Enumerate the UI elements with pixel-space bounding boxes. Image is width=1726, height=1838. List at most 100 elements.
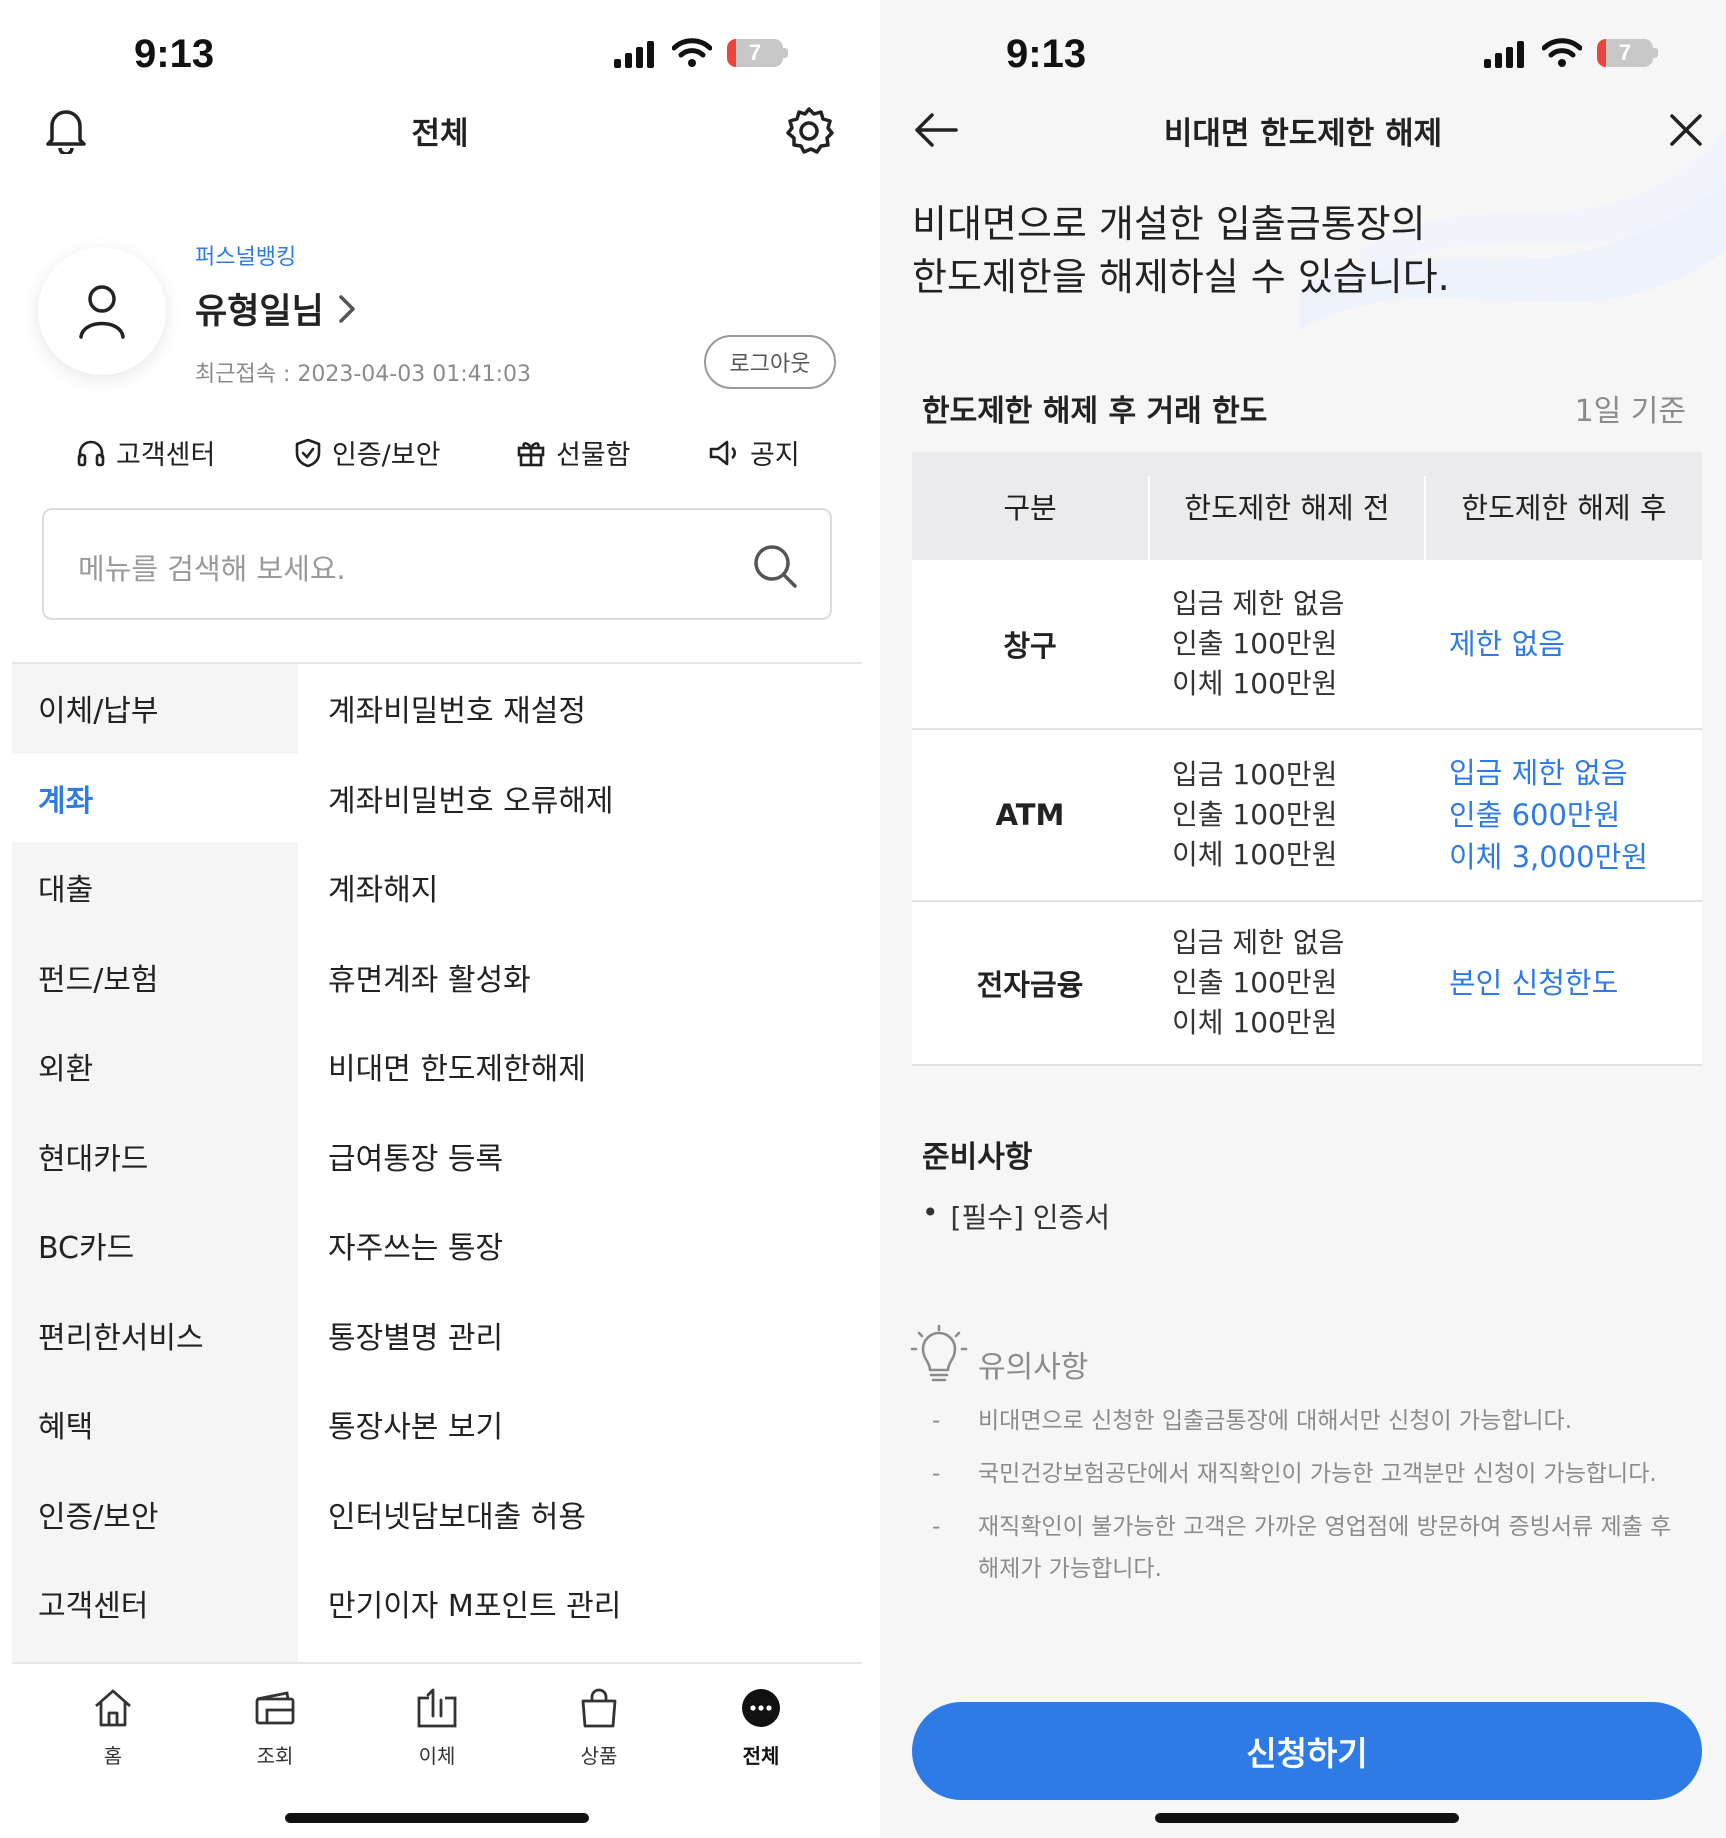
limits-title: 한도제한 해제 후 거래 한도: [922, 394, 1268, 429]
limit-value: 인출 100만원: [1172, 798, 1338, 831]
tab-transfer[interactable]: 이체: [377, 1686, 497, 1769]
limit-value: 인출 600만원: [1449, 798, 1621, 832]
gear-icon[interactable]: [784, 106, 834, 156]
headset-icon: [77, 440, 105, 466]
submenu-item[interactable]: 계좌비밀번호 오류해제: [328, 754, 614, 842]
note-dash: -: [932, 1461, 941, 1487]
tab-label: 조회: [256, 1744, 294, 1768]
more-icon: [742, 1689, 780, 1727]
note-item: 재직확인이 불가능한 고객은 가까운 영업점에 방문하여 증빙서류 제출 후 해…: [978, 1514, 1672, 1582]
limit-value: 이체 100만원: [1172, 838, 1338, 871]
limit-value: 입금 100만원: [1172, 758, 1338, 791]
avatar[interactable]: [38, 247, 166, 375]
limits-basis: 1일 기준: [1574, 394, 1686, 429]
row-name: 전자금융: [976, 968, 1084, 1002]
home-indicator: [1155, 1813, 1459, 1823]
before-limits: 입금 100만원 인출 100만원 이체 100만원: [1172, 730, 1337, 900]
limit-value: 입금 제한 없음: [1172, 926, 1345, 959]
divider: [12, 1662, 862, 1664]
table-header: 구분 한도제한 해제 전 한도제한 해제 후: [912, 452, 1702, 560]
page-title: 전체: [411, 116, 469, 152]
transfer-icon: [417, 1688, 457, 1728]
status-time: 9:13: [1006, 32, 1087, 76]
wifi-icon: [672, 38, 712, 67]
submenu-item[interactable]: 만기이자 M포인트 관리: [328, 1559, 621, 1647]
table-row: ATM 입금 100만원 인출 100만원 이체 100만원 입금 제한 없음 …: [912, 730, 1702, 902]
submenu-item[interactable]: 통장사본 보기: [328, 1380, 503, 1468]
apply-button[interactable]: 신청하기: [912, 1702, 1702, 1800]
quick-label: 인증/보안: [332, 440, 441, 471]
last-login: 최근접속 : 2023-04-03 01:41:03: [195, 362, 532, 387]
signal-icon: [1484, 40, 1524, 68]
note-item: 국민건강보험공단에서 재직확인이 가능한 고객분만 신청이 가능합니다.: [978, 1461, 1657, 1487]
limit-value: 이체 3,000만원: [1449, 840, 1648, 874]
note-dash: -: [932, 1408, 941, 1434]
home-indicator: [285, 1813, 589, 1823]
tab-label: 전체: [742, 1744, 780, 1768]
signal-icon: [614, 40, 654, 68]
submenu-item[interactable]: 계좌비밀번호 재설정: [328, 664, 586, 752]
note-item: 비대면으로 신청한 입출금통장에 대해서만 신청이 가능합니다.: [978, 1408, 1573, 1434]
customer-grade: 퍼스널뱅킹: [195, 245, 297, 270]
logout-button[interactable]: 로그아웃: [704, 335, 836, 389]
status-time: 9:13: [134, 32, 215, 76]
limit-value: 이체 100만원: [1172, 667, 1338, 700]
submenu-item[interactable]: 비대면 한도제한해제: [328, 1022, 586, 1110]
before-limits: 입금 제한 없음 인출 100만원 이체 100만원: [1172, 902, 1344, 1064]
table-row: 창구 입금 제한 없음 인출 100만원 이체 100만원 제한 없음: [912, 560, 1702, 730]
shopping-bag-icon: [581, 1688, 617, 1728]
user-name: 유형일님: [195, 292, 324, 332]
quick-label: 고객센터: [116, 440, 216, 471]
submenu-list: 계좌비밀번호 재설정 계좌비밀번호 오류해제 계좌해지 휴면계좌 활성화 비대면…: [12, 664, 862, 1662]
menu-search-input[interactable]: 메뉴를 검색해 보세요.: [42, 508, 832, 620]
limit-value: 제한 없음: [1449, 627, 1565, 661]
profile-link[interactable]: 유형일님: [195, 283, 356, 334]
limit-value: 본인 신청한도: [1449, 966, 1619, 1000]
page-title: 비대면 한도제한 해제: [1163, 116, 1443, 152]
column-header: 한도제한 해제 후: [1461, 491, 1667, 525]
battery-icon: 7: [1597, 39, 1658, 67]
submenu-item[interactable]: 급여통장 등록: [328, 1112, 503, 1200]
limit-value: 인출 100만원: [1172, 966, 1338, 999]
lightbulb-icon: [910, 1324, 968, 1382]
limit-value: 인출 100만원: [1172, 627, 1338, 660]
user-icon: [79, 285, 125, 339]
after-limits: 본인 신청한도: [1449, 902, 1618, 1064]
quick-gift-box[interactable]: 선물함: [516, 433, 631, 472]
preparation-item: • [필수] 인증서: [922, 1196, 1110, 1236]
table-row: 전자금융 입금 제한 없음 인출 100만원 이체 100만원 본인 신청한도: [912, 902, 1702, 1066]
submenu-item[interactable]: 통장별명 관리: [328, 1291, 503, 1379]
quick-customer-center[interactable]: 고객센터: [76, 433, 215, 472]
tab-inquiry[interactable]: 조회: [215, 1686, 335, 1769]
gift-icon: [517, 441, 545, 466]
shield-check-icon: [295, 438, 321, 467]
after-limits: 입금 제한 없음 인출 600만원 이체 3,000만원: [1449, 730, 1648, 900]
close-icon[interactable]: [1668, 112, 1704, 148]
intro-line: 비대면으로 개설한 입출금통장의: [912, 202, 1426, 246]
quick-label: 공지: [750, 440, 800, 471]
home-icon: [95, 1689, 131, 1727]
submenu-item[interactable]: 자주쓰는 통장: [328, 1201, 503, 1289]
quick-auth-security[interactable]: 인증/보안: [294, 433, 440, 472]
notes-title: 유의사항: [978, 1350, 1089, 1385]
quick-notice[interactable]: 공지: [708, 433, 800, 472]
limit-value: 이체 100만원: [1172, 1006, 1338, 1039]
search-icon[interactable]: [752, 543, 798, 589]
submenu-item[interactable]: 인터넷담보대출 허용: [328, 1470, 586, 1558]
limit-value: 입금 제한 없음: [1172, 587, 1345, 620]
row-name: 창구: [1003, 629, 1057, 663]
battery-icon: 7: [727, 39, 788, 67]
search-placeholder: 메뉴를 검색해 보세요.: [78, 552, 346, 586]
submenu-item[interactable]: 계좌해지: [328, 843, 438, 931]
bullet: •: [922, 1196, 939, 1229]
submenu-item[interactable]: 휴면계좌 활성화: [328, 933, 531, 1021]
intro-text: 비대면으로 개설한 입출금통장의 한도제한을 해제하실 수 있습니다.: [912, 198, 1450, 304]
tab-products[interactable]: 상품: [539, 1686, 659, 1769]
tab-label: 상품: [580, 1744, 618, 1768]
tab-all[interactable]: 전체: [701, 1686, 821, 1769]
column-header: 구분: [1003, 491, 1057, 525]
tab-home[interactable]: 홈: [53, 1686, 173, 1769]
intro-line: 한도제한을 해제하실 수 있습니다.: [912, 255, 1450, 299]
limit-value: 입금 제한 없음: [1449, 756, 1628, 790]
after-limits: 제한 없음: [1449, 560, 1565, 728]
